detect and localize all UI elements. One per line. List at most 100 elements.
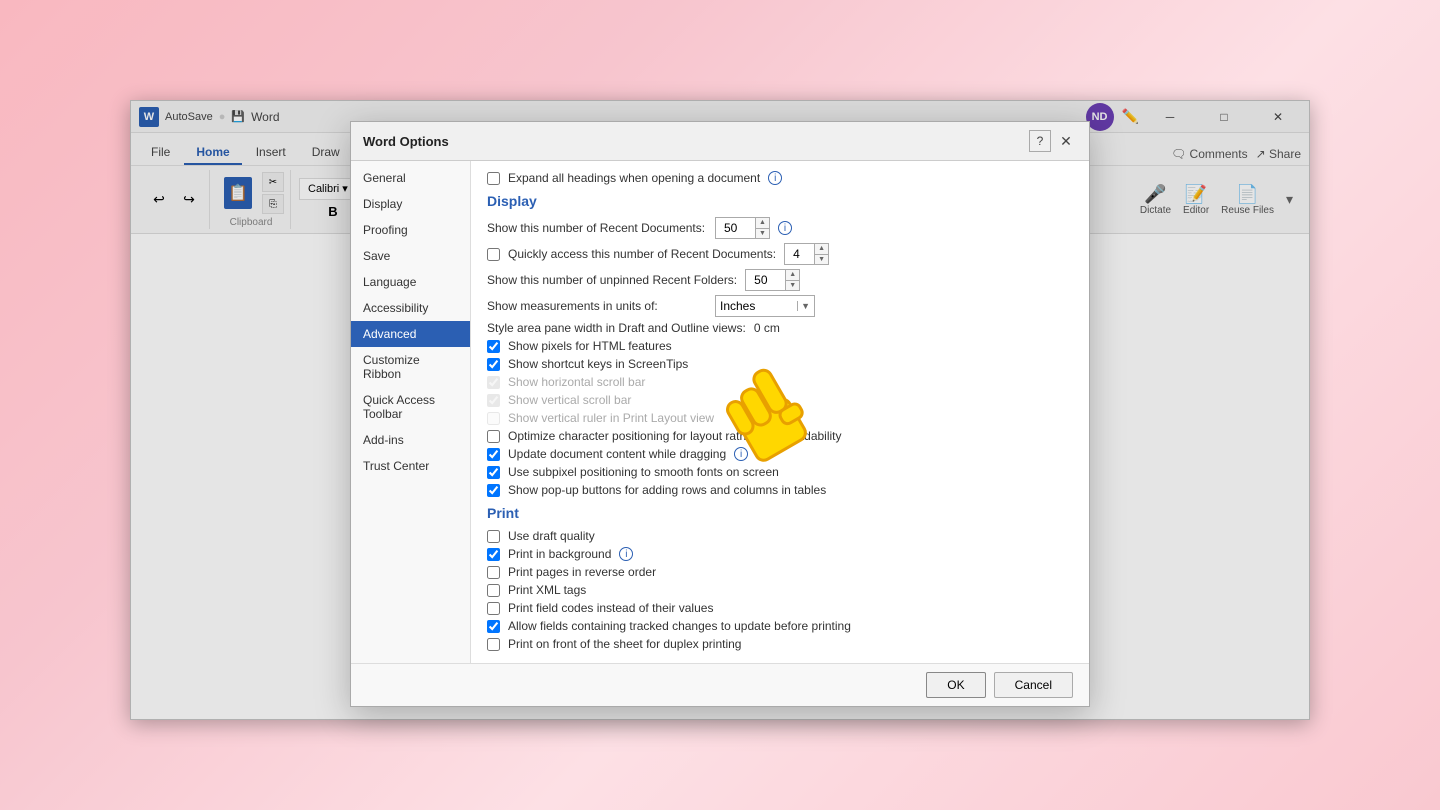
- nav-item-advanced[interactable]: Advanced: [351, 321, 470, 347]
- recent-folders-down[interactable]: ▼: [786, 281, 799, 291]
- vertical-scroll-row: Show vertical scroll bar: [487, 393, 1073, 407]
- optimize-char-row: Optimize character positioning for layou…: [487, 429, 1073, 443]
- dialog-footer: OK Cancel: [351, 663, 1089, 706]
- quick-access-up[interactable]: ▲: [815, 244, 828, 255]
- optimize-char-checkbox[interactable]: [487, 430, 500, 443]
- xml-tags-row: Print XML tags: [487, 583, 1073, 597]
- show-pixels-label: Show pixels for HTML features: [508, 339, 672, 353]
- xml-tags-label: Print XML tags: [508, 583, 586, 597]
- cancel-button[interactable]: Cancel: [994, 672, 1073, 698]
- print-front-row: Print on front of the sheet for duplex p…: [487, 637, 1073, 651]
- display-section-header: Display: [487, 193, 1073, 211]
- nav-item-general[interactable]: General: [351, 165, 470, 191]
- vertical-scroll-checkbox[interactable]: [487, 394, 500, 407]
- show-shortcut-keys-row: Show shortcut keys in ScreenTips: [487, 357, 1073, 371]
- recent-docs-info-icon[interactable]: i: [778, 221, 792, 235]
- allow-fields-label: Allow fields containing tracked changes …: [508, 619, 851, 633]
- nav-item-language[interactable]: Language: [351, 269, 470, 295]
- nav-item-display[interactable]: Display: [351, 191, 470, 217]
- print-background-checkbox[interactable]: [487, 548, 500, 561]
- show-shortcut-keys-checkbox[interactable]: [487, 358, 500, 371]
- nav-item-accessibility[interactable]: Accessibility: [351, 295, 470, 321]
- field-codes-label: Print field codes instead of their value…: [508, 601, 713, 615]
- show-shortcut-keys-label: Show shortcut keys in ScreenTips: [508, 357, 688, 371]
- vertical-scroll-label: Show vertical scroll bar: [508, 393, 631, 407]
- nav-item-proofing[interactable]: Proofing: [351, 217, 470, 243]
- recent-docs-label: Show this number of Recent Documents:: [487, 221, 707, 235]
- expand-headings-info-icon[interactable]: i: [768, 171, 782, 185]
- measurements-label: Show measurements in units of:: [487, 299, 707, 313]
- subpixel-checkbox[interactable]: [487, 466, 500, 479]
- measurements-row: Show measurements in units of: Inches ▼: [487, 295, 1073, 317]
- recent-docs-row: Show this number of Recent Documents: ▲ …: [487, 217, 1073, 239]
- quick-access-checkbox[interactable]: [487, 248, 500, 261]
- style-area-value: 0 cm: [754, 321, 780, 335]
- recent-docs-up[interactable]: ▲: [756, 218, 769, 229]
- measurements-select[interactable]: Inches ▼: [715, 295, 815, 317]
- dialog-titlebar: Word Options ? ✕: [351, 122, 1089, 161]
- nav-item-trust-center[interactable]: Trust Center: [351, 453, 470, 479]
- recent-folders-input[interactable]: [750, 273, 788, 287]
- quick-access-spinner[interactable]: ▲ ▼: [784, 243, 829, 265]
- subpixel-label: Use subpixel positioning to smooth fonts…: [508, 465, 779, 479]
- print-front-checkbox[interactable]: [487, 638, 500, 651]
- reverse-order-label: Print pages in reverse order: [508, 565, 656, 579]
- field-codes-checkbox[interactable]: [487, 602, 500, 615]
- draft-quality-label: Use draft quality: [508, 529, 595, 543]
- dialog-title-buttons: ? ✕: [1029, 130, 1077, 152]
- print-front-label: Print on front of the sheet for duplex p…: [508, 637, 741, 651]
- optimize-char-label: Optimize character positioning for layou…: [508, 429, 842, 443]
- dialog-help-button[interactable]: ?: [1029, 130, 1051, 152]
- xml-tags-checkbox[interactable]: [487, 584, 500, 597]
- expand-headings-checkbox[interactable]: [487, 172, 500, 185]
- nav-item-save[interactable]: Save: [351, 243, 470, 269]
- print-background-row: Print in background i: [487, 547, 1073, 561]
- draft-quality-checkbox[interactable]: [487, 530, 500, 543]
- style-area-row: Style area pane width in Draft and Outli…: [487, 321, 1073, 335]
- recent-folders-arrows: ▲ ▼: [785, 270, 799, 290]
- recent-docs-down[interactable]: ▼: [756, 229, 769, 239]
- recent-docs-arrows: ▲ ▼: [755, 218, 769, 238]
- recent-docs-input[interactable]: [720, 221, 758, 235]
- expand-heading-row: Expand all headings when opening a docum…: [487, 171, 1073, 185]
- measurements-arrow: ▼: [797, 301, 810, 311]
- popup-buttons-checkbox[interactable]: [487, 484, 500, 497]
- quick-access-label: Quickly access this number of Recent Doc…: [508, 247, 776, 261]
- recent-folders-spinner[interactable]: ▲ ▼: [745, 269, 800, 291]
- quick-access-down[interactable]: ▼: [815, 255, 828, 265]
- reverse-order-row: Print pages in reverse order: [487, 565, 1073, 579]
- print-background-info-icon[interactable]: i: [619, 547, 633, 561]
- allow-fields-checkbox[interactable]: [487, 620, 500, 633]
- update-doc-info-icon[interactable]: i: [734, 447, 748, 461]
- show-pixels-row: Show pixels for HTML features: [487, 339, 1073, 353]
- show-pixels-checkbox[interactable]: [487, 340, 500, 353]
- update-doc-row: Update document content while dragging i: [487, 447, 1073, 461]
- horizontal-scroll-label: Show horizontal scroll bar: [508, 375, 645, 389]
- style-area-label: Style area pane width in Draft and Outli…: [487, 321, 746, 335]
- dialog-close-button[interactable]: ✕: [1055, 130, 1077, 152]
- print-section-header: Print: [487, 505, 1073, 523]
- vertical-ruler-label: Show vertical ruler in Print Layout view: [508, 411, 714, 425]
- quick-access-row: Quickly access this number of Recent Doc…: [487, 243, 1073, 265]
- nav-item-customize-ribbon[interactable]: Customize Ribbon: [351, 347, 470, 387]
- recent-folders-up[interactable]: ▲: [786, 270, 799, 281]
- dialog-body: General Display Proofing Save Language A…: [351, 161, 1089, 663]
- nav-item-addins[interactable]: Add-ins: [351, 427, 470, 453]
- update-doc-checkbox[interactable]: [487, 448, 500, 461]
- quick-access-input[interactable]: [789, 247, 817, 261]
- horizontal-scroll-checkbox[interactable]: [487, 376, 500, 389]
- nav-item-quick-access[interactable]: Quick Access Toolbar: [351, 387, 470, 427]
- popup-buttons-label: Show pop-up buttons for adding rows and …: [508, 483, 826, 497]
- vertical-ruler-checkbox[interactable]: [487, 412, 500, 425]
- recent-folders-row: Show this number of unpinned Recent Fold…: [487, 269, 1073, 291]
- recent-docs-spinner[interactable]: ▲ ▼: [715, 217, 770, 239]
- recent-folders-label: Show this number of unpinned Recent Fold…: [487, 273, 737, 287]
- popup-buttons-row: Show pop-up buttons for adding rows and …: [487, 483, 1073, 497]
- reverse-order-checkbox[interactable]: [487, 566, 500, 579]
- dialog-title: Word Options: [363, 134, 449, 149]
- dialog-content: Expand all headings when opening a docum…: [471, 161, 1089, 663]
- word-options-dialog: Word Options ? ✕ General Display Proofin…: [350, 121, 1090, 707]
- ok-button[interactable]: OK: [926, 672, 985, 698]
- expand-headings-label: Expand all headings when opening a docum…: [508, 171, 760, 185]
- measurements-value: Inches: [720, 299, 755, 313]
